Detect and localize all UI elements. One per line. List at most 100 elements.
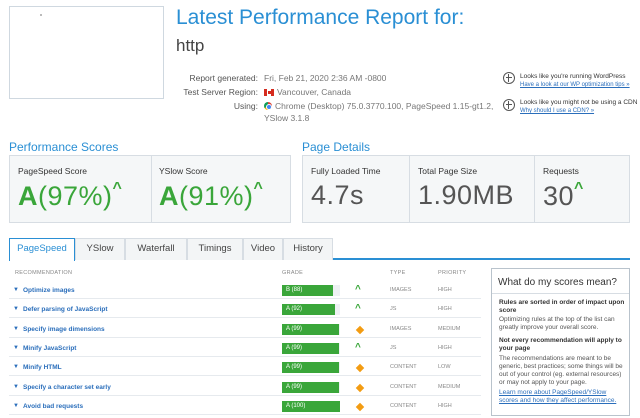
recommendation-type: JS	[390, 306, 397, 313]
fully-loaded-time-label: Fully Loaded Time	[311, 166, 381, 176]
performance-scores-title: Performance Scores	[9, 140, 119, 154]
site-screenshot-thumbnail	[9, 6, 164, 99]
tab-history[interactable]: History	[283, 238, 333, 260]
report-generated-label: Report generated:	[189, 73, 258, 83]
scores-help-box: What do my scores mean? Rules are sorted…	[491, 268, 630, 416]
table-row[interactable]: ▼ Avoid bad requests A (100) CONTENT HIGH	[9, 399, 481, 415]
recommendation-priority: LOW	[438, 364, 451, 371]
tab-waterfall[interactable]: Waterfall	[125, 238, 187, 260]
expand-caret-icon[interactable]: ▼	[13, 326, 19, 332]
recommendation-priority: HIGH	[438, 402, 452, 409]
recommendation-priority: MEDIUM	[438, 383, 461, 390]
expand-caret-icon[interactable]: ▼	[13, 384, 19, 390]
total-page-size-value: 1.90MB	[418, 180, 515, 210]
tab-video[interactable]: Video	[243, 238, 283, 260]
pagespeed-percent: (97%)	[38, 181, 113, 211]
grade-text: A (100)	[286, 402, 306, 409]
chrome-icon	[264, 102, 272, 110]
using-value-line2: YSlow 3.1.8	[264, 113, 310, 123]
fully-loaded-time: Fully Loaded Time 4.7s	[303, 156, 409, 222]
help-text-2: The recommendations are meant to be gene…	[499, 355, 623, 386]
table-row[interactable]: ▼ Defer parsing of JavaScript A (92) ^ JS HIG…	[9, 302, 481, 319]
grade-bar: A (92)	[282, 304, 340, 316]
grade-text: A (92)	[286, 306, 303, 313]
grade-text: A (99)	[286, 364, 303, 371]
trend-up-icon: ^	[112, 180, 123, 197]
table-row[interactable]: ▼ Minify JavaScript A (99) ^ JS HIGH	[9, 341, 481, 357]
yslow-score: YSlow Score A(91%)^	[151, 156, 292, 222]
learn-more-link[interactable]: Learn more about PageSpeed/YSlow scores …	[499, 389, 627, 405]
grade-bar: B (88)	[282, 285, 340, 296]
neutral-diamond-icon	[355, 402, 365, 412]
cdn-notice: Looks like you might not be using a CDN	[520, 99, 638, 106]
help-heading-1: Rules are sorted in order of impact upon…	[499, 299, 625, 314]
report-generated-value: Fri, Feb 21, 2020 2:36 AM -0800	[264, 73, 387, 83]
cdn-link[interactable]: Why should I use a CDN? »	[520, 108, 594, 114]
using-label: Using:	[233, 101, 258, 111]
report-tabs: PageSpeed YSlow Waterfall Timings Video …	[9, 238, 630, 261]
server-region-value: Vancouver, Canada	[264, 87, 351, 97]
table-row[interactable]: ▼ Optimize images B (88) ^ IMAGES HIGH	[9, 283, 481, 299]
trend-up-icon: ^	[253, 180, 264, 197]
recommendation-priority: HIGH	[438, 306, 452, 313]
expand-caret-icon[interactable]: ▼	[13, 345, 19, 351]
pagespeed-score-label: PageSpeed Score	[18, 166, 87, 176]
trend-up-icon: ^	[355, 341, 361, 353]
grade-bar: A (100)	[282, 400, 340, 412]
grade-bar: A (99)	[282, 362, 340, 374]
col-priority: PRIORITY	[438, 270, 467, 276]
col-grade: GRADE	[282, 270, 304, 276]
requests-value: 30	[543, 181, 575, 211]
canada-flag-icon	[264, 89, 274, 96]
trend-up-icon: ^	[355, 303, 361, 315]
table-row[interactable]: ▼ Specify a character set early A (99) CONT…	[9, 380, 481, 396]
grade-text: A (99)	[286, 344, 303, 351]
recommendation-type: CONTENT	[390, 364, 417, 371]
expand-caret-icon[interactable]: ▼	[13, 287, 19, 293]
grade-bar: A (99)	[282, 323, 340, 335]
recommendation-name[interactable]: Minify JavaScript	[23, 345, 76, 352]
yslow-score-label: YSlow Score	[159, 166, 208, 176]
page-details-title: Page Details	[302, 140, 371, 154]
recommendation-type: IMAGES	[390, 287, 412, 293]
grade-text: A (99)	[286, 325, 303, 332]
recommendation-name[interactable]: Defer parsing of JavaScript	[23, 306, 108, 313]
expand-caret-icon[interactable]: ▼	[13, 364, 19, 370]
report-url[interactable]: http	[176, 36, 204, 56]
recommendation-type: CONTENT	[390, 383, 417, 390]
tab-yslow[interactable]: YSlow	[75, 238, 125, 260]
recommendation-name[interactable]: Minify HTML	[23, 364, 62, 371]
expand-caret-icon[interactable]: ▼	[13, 306, 19, 312]
wp-optimization-link[interactable]: Have a look at our WP optimization tips …	[520, 82, 630, 88]
recommendation-name[interactable]: Avoid bad requests	[23, 403, 83, 410]
expand-caret-icon[interactable]: ▼	[13, 403, 19, 409]
recommendation-type: IMAGES	[390, 325, 412, 332]
col-type: TYPE	[390, 270, 406, 276]
recommendation-name[interactable]: Specify a character set early	[23, 384, 111, 391]
table-row[interactable]: ▼ Minify HTML A (99) CONTENT LOW	[9, 360, 481, 377]
trend-up-icon: ^	[574, 180, 584, 197]
pagespeed-score: PageSpeed Score A(97%)^	[10, 156, 151, 222]
wordpress-icon	[503, 72, 515, 84]
requests-label: Requests	[543, 166, 579, 176]
yslow-grade: A	[159, 181, 179, 211]
recommendation-priority: MEDIUM	[438, 325, 461, 332]
recommendation-type: CONTENT	[390, 402, 417, 409]
fully-loaded-time-value: 4.7s	[311, 180, 365, 210]
grade-text: B (88)	[286, 287, 303, 293]
tab-timings[interactable]: Timings	[187, 238, 243, 260]
requests: Requests 30^	[535, 156, 631, 222]
col-recommendation: RECOMMENDATION	[15, 270, 73, 276]
help-title: What do my scores mean?	[498, 277, 617, 288]
pagespeed-grade: A	[18, 181, 38, 211]
total-page-size-label: Total Page Size	[418, 166, 478, 176]
grade-text: A (99)	[286, 383, 303, 390]
neutral-diamond-icon	[355, 325, 365, 334]
yslow-percent: (91%)	[179, 181, 254, 211]
recommendation-name[interactable]: Optimize images	[23, 287, 75, 294]
neutral-diamond-icon	[355, 383, 365, 392]
recommendation-name[interactable]: Specify image dimensions	[23, 326, 105, 333]
info-icon	[503, 99, 515, 111]
table-row[interactable]: ▼ Specify image dimensions A (99) IMAGES MED…	[9, 322, 481, 338]
tab-pagespeed[interactable]: PageSpeed	[9, 238, 75, 261]
